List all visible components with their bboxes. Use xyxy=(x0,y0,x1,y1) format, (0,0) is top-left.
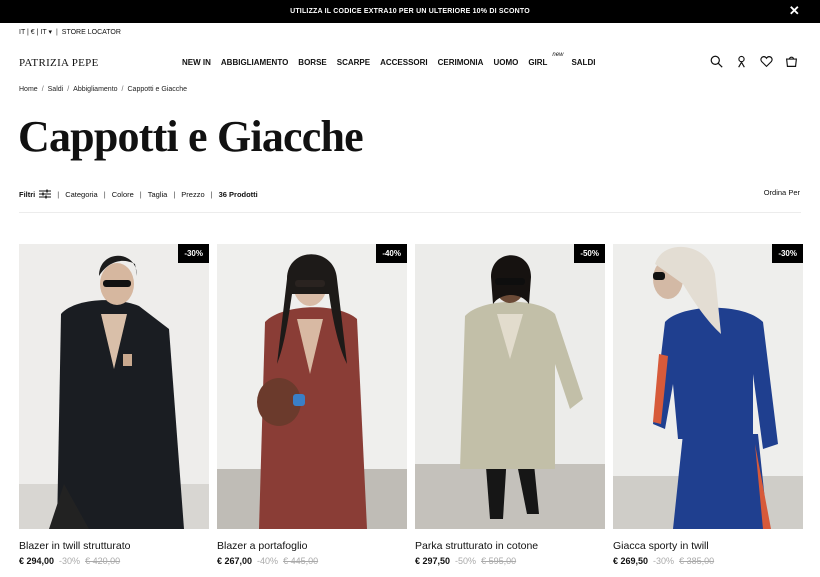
nav-item-girl[interactable]: GIRL new xyxy=(528,52,563,67)
breadcrumb-home[interactable]: Home xyxy=(19,86,38,93)
page-title: Cappotti e Giacche xyxy=(18,112,364,161)
utility-bar: IT | € | IT ▾ | STORE LOCATOR xyxy=(19,28,121,37)
product-image[interactable]: -30% xyxy=(613,244,803,529)
breadcrumb: Home / Saldi / Abbigliamento / Cappotti e G… xyxy=(19,86,188,93)
cart-icon[interactable] xyxy=(785,55,798,68)
account-icon[interactable] xyxy=(735,55,748,68)
product-old-price: € 385,00 xyxy=(679,556,715,566)
header-icons xyxy=(710,55,798,68)
product-name[interactable]: Giacca sporty in twill xyxy=(613,540,803,552)
breadcrumb-saldi[interactable]: Saldi xyxy=(48,86,64,93)
discount-badge: -40% xyxy=(376,244,407,263)
main-header: PATRIZIA PEPE NEW IN ABBIGLIAMENTO BORSE… xyxy=(0,44,820,82)
product-old-price: € 595,00 xyxy=(481,556,517,566)
product-count: 36 Prodotti xyxy=(218,189,258,199)
product-prices: € 294,00 -30% € 420,00 xyxy=(19,556,209,566)
product-discount: -30% xyxy=(59,556,81,566)
filter-prezzo[interactable]: Prezzo xyxy=(181,190,204,199)
store-locator-link[interactable]: STORE LOCATOR xyxy=(62,29,121,36)
product-discount: -30% xyxy=(653,556,675,566)
product-card[interactable]: -30% Giacca sporty in twill € 269,50 -30… xyxy=(613,244,803,566)
nav-item-borse[interactable]: BORSE xyxy=(298,58,326,67)
product-price: € 267,00 xyxy=(217,556,253,566)
nav-item-uomo[interactable]: UOMO xyxy=(493,58,518,67)
discount-badge: -50% xyxy=(574,244,605,263)
promo-banner: UTILIZZA IL CODICE EXTRA10 PER UN ULTERI… xyxy=(0,0,820,23)
wishlist-icon[interactable] xyxy=(760,55,773,68)
main-nav: NEW IN ABBIGLIAMENTO BORSE SCARPE ACCESS… xyxy=(182,52,595,67)
filter-taglia[interactable]: Taglia xyxy=(148,190,168,199)
discount-badge: -30% xyxy=(772,244,803,263)
product-name[interactable]: Blazer in twill strutturato xyxy=(19,540,209,552)
breadcrumb-abbigliamento[interactable]: Abbigliamento xyxy=(73,86,117,93)
close-icon[interactable]: ✕ xyxy=(789,4,800,18)
filters-button[interactable]: Filtri xyxy=(19,189,52,199)
product-price: € 269,50 xyxy=(613,556,649,566)
nav-item-accessori[interactable]: ACCESSORI xyxy=(380,58,428,67)
nav-item-new-in[interactable]: NEW IN xyxy=(182,58,211,67)
discount-badge: -30% xyxy=(178,244,209,263)
product-discount: -40% xyxy=(257,556,279,566)
product-price: € 294,00 xyxy=(19,556,55,566)
divider xyxy=(19,212,801,213)
product-image[interactable]: -50% xyxy=(415,244,605,529)
product-name[interactable]: Blazer a portafoglio xyxy=(217,540,407,552)
product-discount: -50% xyxy=(455,556,477,566)
product-image[interactable]: -30% xyxy=(19,244,209,529)
product-grid: -30% Blazer in twill strutturato € 294,0… xyxy=(19,244,803,566)
breadcrumb-current: Cappotti e Giacche xyxy=(127,86,188,93)
product-image[interactable]: -40% xyxy=(217,244,407,529)
product-card[interactable]: -30% Blazer in twill strutturato € 294,0… xyxy=(19,244,209,566)
filter-categoria[interactable]: Categoria xyxy=(65,190,98,199)
product-old-price: € 420,00 xyxy=(85,556,121,566)
nav-item-abbigliamento[interactable]: ABBIGLIAMENTO xyxy=(221,58,288,67)
product-prices: € 269,50 -30% € 385,00 xyxy=(613,556,803,566)
sliders-icon xyxy=(39,189,52,199)
product-prices: € 297,50 -50% € 595,00 xyxy=(415,556,605,566)
product-prices: € 267,00 -40% € 445,00 xyxy=(217,556,407,566)
nav-item-cerimonia[interactable]: CERIMONIA xyxy=(438,58,484,67)
nav-item-scarpe[interactable]: SCARPE xyxy=(337,58,370,67)
product-price: € 297,50 xyxy=(415,556,451,566)
product-name[interactable]: Parka strutturato in cotone xyxy=(415,540,605,552)
product-card[interactable]: -50% Parka strutturato in cotone € 297,5… xyxy=(415,244,605,566)
brand-logo[interactable]: PATRIZIA PEPE xyxy=(19,57,99,69)
product-old-price: € 445,00 xyxy=(283,556,319,566)
product-card[interactable]: -40% Blazer a portafoglio € 267,00 -40% … xyxy=(217,244,407,566)
new-tag: new xyxy=(552,52,564,58)
filter-bar: Filtri | Categoria | Colore | Taglia | P… xyxy=(19,189,258,199)
search-icon[interactable] xyxy=(710,55,723,68)
filter-colore[interactable]: Colore xyxy=(112,190,134,199)
utility-separator: | xyxy=(55,28,58,36)
locale-selector[interactable]: IT | € | IT ▾ xyxy=(19,28,52,36)
nav-item-saldi[interactable]: SALDI xyxy=(571,58,595,67)
sort-dropdown[interactable]: Ordina Per xyxy=(764,188,800,197)
promo-text: UTILIZZA IL CODICE EXTRA10 PER UN ULTERI… xyxy=(290,8,530,15)
